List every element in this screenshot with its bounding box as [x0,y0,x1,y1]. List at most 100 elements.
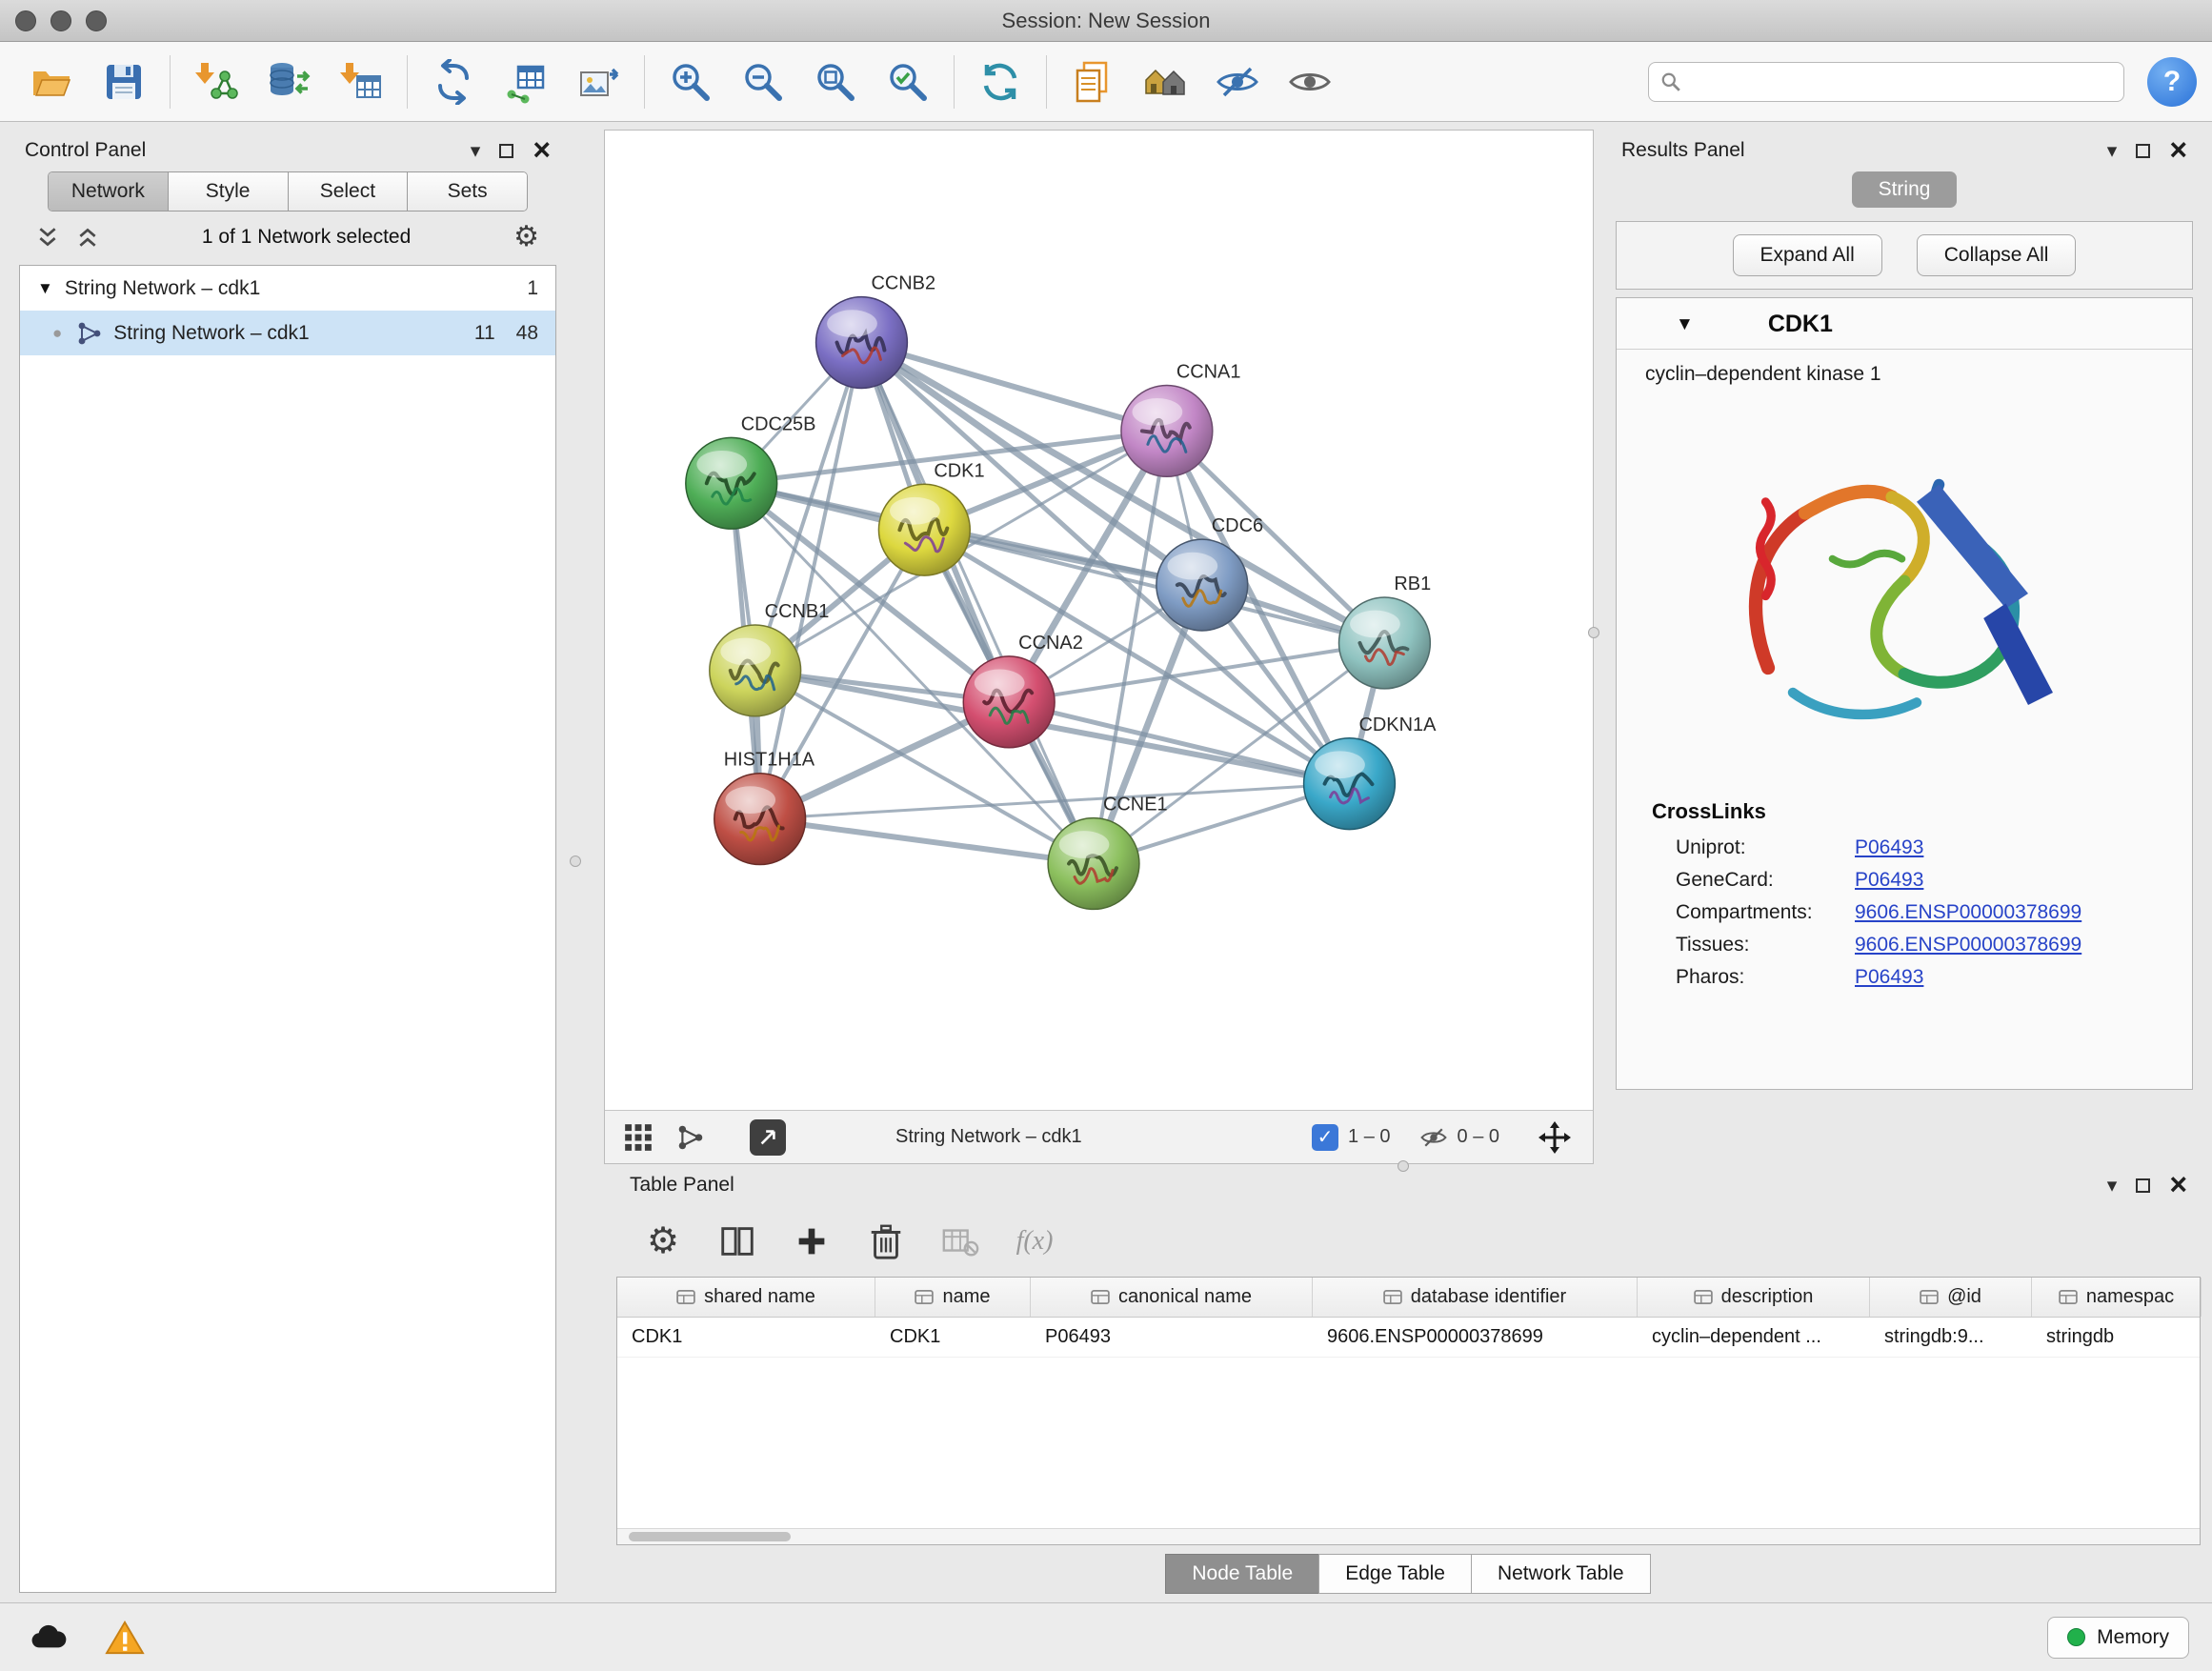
close-window-button[interactable] [15,10,36,31]
pan-move-icon[interactable] [1538,1120,1572,1155]
show-columns-button[interactable] [710,1214,765,1269]
zoom-in-button[interactable] [654,48,727,116]
node-CCNA2[interactable] [963,656,1055,748]
panel-float-icon[interactable]: ▾ [2107,141,2118,161]
node-CCNB1[interactable] [710,625,801,716]
expand-all-networks-icon[interactable] [76,226,99,249]
tab-node-table[interactable]: Node Table [1165,1554,1319,1594]
collapse-all-networks-icon[interactable] [36,226,59,249]
save-session-button[interactable] [88,48,160,116]
column-header-name[interactable]: name [875,1278,1031,1317]
delete-column-button[interactable] [858,1214,914,1269]
node-CDKN1A[interactable] [1304,738,1396,830]
birds-eye-grid-icon[interactable] [624,1123,653,1152]
tab-network-table[interactable]: Network Table [1471,1554,1651,1594]
tab-select[interactable]: Select [289,172,409,211]
delete-table-button[interactable] [933,1214,988,1269]
memory-button[interactable]: Memory [2047,1617,2189,1659]
open-session-button[interactable] [15,48,88,116]
node-CCNE1[interactable] [1048,818,1139,910]
node-CDC6[interactable] [1156,539,1248,631]
copy-document-button[interactable] [1056,48,1129,116]
export-image-button[interactable] [562,48,634,116]
horizontal-scrollbar[interactable] [617,1528,2200,1544]
panel-maximize-icon[interactable] [499,144,513,158]
minimize-window-button[interactable] [50,10,71,31]
hide-selected-button[interactable] [1201,48,1274,116]
show-all-button[interactable] [1274,48,1346,116]
network-options-gear-icon[interactable]: ⚙ [513,223,539,252]
clone-network-button[interactable] [417,48,490,116]
crosslink-link[interactable]: P06493 [1855,966,1923,989]
scrollbar-thumb[interactable] [629,1532,791,1541]
column-header-namespac[interactable]: namespac [2032,1278,2202,1317]
expand-all-button[interactable]: Expand All [1733,234,1882,276]
node-HIST1H1A[interactable] [714,774,806,865]
panel-maximize-icon[interactable] [2136,144,2150,158]
zoom-fit-button[interactable] [799,48,872,116]
tab-network[interactable]: Network [49,172,169,211]
table-settings-button[interactable]: ⚙ [635,1214,691,1269]
table-cell[interactable]: stringdb:9... [1870,1318,2032,1357]
crosslink-link[interactable]: 9606.ENSP00000378699 [1855,901,2081,924]
network-from-table-button[interactable] [490,48,562,116]
open-in-new-window-button[interactable] [750,1119,786,1156]
bottom-splitter-handle[interactable] [1398,1160,1409,1172]
gene-card-header[interactable]: ▼ CDK1 [1617,298,2192,350]
crosslink-link[interactable]: P06493 [1855,836,1923,859]
function-builder-button[interactable]: f(x) [1007,1214,1062,1269]
column-header-shared-name[interactable]: shared name [617,1278,875,1317]
tab-sets[interactable]: Sets [408,172,527,211]
column-header-database-identifier[interactable]: database identifier [1313,1278,1638,1317]
panel-float-icon[interactable]: ▾ [471,141,481,161]
crosslink-link[interactable]: 9606.ENSP00000378699 [1855,934,2081,956]
network-collection-row[interactable]: ▼ String Network – cdk1 1 [20,266,555,311]
table-cell[interactable]: cyclin–dependent ... [1638,1318,1870,1357]
add-column-button[interactable] [784,1214,839,1269]
tab-style[interactable]: Style [169,172,289,211]
edge-CDK1-RB1[interactable] [924,530,1384,643]
column-header-@id[interactable]: @id [1870,1278,2032,1317]
edge-CCNB2-CCNE1[interactable] [861,343,1094,864]
table-cell[interactable]: 9606.ENSP00000378699 [1313,1318,1638,1357]
import-table-button[interactable] [325,48,397,116]
right-splitter-handle[interactable] [1588,627,1599,638]
node-CDK1[interactable] [878,484,970,575]
table-cell[interactable]: CDK1 [875,1318,1031,1357]
help-button[interactable]: ? [2147,57,2197,107]
crosslink-link[interactable]: P06493 [1855,869,1923,892]
search-input[interactable] [1689,70,2112,92]
table-row[interactable]: CDK1CDK1P064939606.ENSP00000378699cyclin… [617,1318,2200,1358]
network-row[interactable]: ● String Network – cdk1 11 48 [20,311,555,355]
string-results-tab[interactable]: String [1852,171,1958,208]
panel-close-icon[interactable]: × [2169,1173,2187,1198]
table-cell[interactable]: stringdb [2032,1318,2202,1357]
collapse-all-button[interactable]: Collapse All [1917,234,2077,276]
import-network-file-button[interactable] [180,48,252,116]
panel-float-icon[interactable]: ▾ [2107,1176,2118,1196]
zoom-window-button[interactable] [86,10,107,31]
import-network-database-button[interactable] [252,48,325,116]
panel-close-icon[interactable]: × [533,138,551,163]
node-CDC25B[interactable] [686,437,777,529]
node-CCNB2[interactable] [816,297,908,389]
network-canvas[interactable]: CCNB2CCNA1CDC25BCDK1CDC6RB1CCNB1CCNA2CDK… [605,131,1593,1110]
warnings-button[interactable] [99,1617,151,1659]
refresh-view-button[interactable] [964,48,1036,116]
network-graph[interactable]: CCNB2CCNA1CDC25BCDK1CDC6RB1CCNB1CCNA2CDK… [605,131,1593,1110]
tab-edge-table[interactable]: Edge Table [1318,1554,1472,1594]
cloud-status-button[interactable] [23,1617,74,1659]
left-splitter-handle[interactable] [570,856,581,867]
home-layouts-button[interactable] [1129,48,1201,116]
zoom-selected-button[interactable] [872,48,944,116]
panel-maximize-icon[interactable] [2136,1178,2150,1193]
column-header-canonical-name[interactable]: canonical name [1031,1278,1313,1317]
tree-expand-icon[interactable]: ▼ [37,279,53,298]
table-cell[interactable]: P06493 [1031,1318,1313,1357]
collapse-card-icon[interactable]: ▼ [1676,314,1694,335]
table-cell[interactable]: CDK1 [617,1318,875,1357]
panel-close-icon[interactable]: × [2169,138,2187,163]
edge-HIST1H1A-CCNE1[interactable] [760,819,1094,864]
node-CCNA1[interactable] [1121,385,1213,476]
node-RB1[interactable] [1339,597,1431,689]
